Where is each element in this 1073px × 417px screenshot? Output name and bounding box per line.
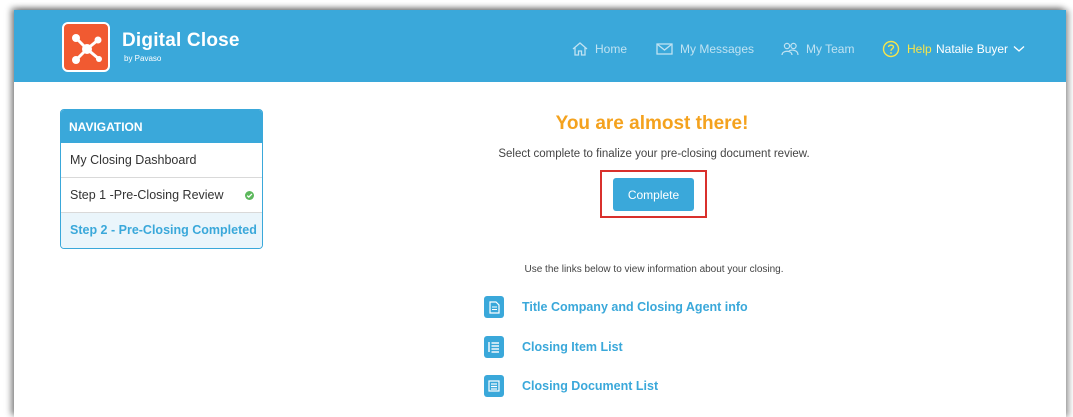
link-closing-items[interactable]: Closing Item List	[484, 335, 623, 359]
nav-messages[interactable]: My Messages	[656, 40, 754, 58]
nav-home-label: Home	[595, 42, 628, 56]
network-logo-icon	[72, 34, 102, 64]
home-icon	[572, 42, 588, 56]
list-icon	[484, 336, 504, 358]
brand-subtitle: by Pavaso	[124, 54, 162, 63]
sidebar-item-step1[interactable]: Step 1 -Pre-Closing Review	[61, 178, 262, 213]
app-window: Digital Close by Pavaso Home My Messages…	[14, 10, 1066, 417]
instruction-text: Select complete to finalize your pre-clo…	[498, 148, 810, 160]
links-info-text: Use the links below to view information …	[524, 264, 784, 275]
complete-button[interactable]: Complete	[613, 178, 694, 211]
nav-messages-label: My Messages	[680, 42, 755, 56]
nav-team[interactable]: My Team	[781, 40, 854, 58]
document-icon	[484, 296, 504, 318]
document-list-icon	[484, 375, 504, 397]
link-title-company[interactable]: Title Company and Closing Agent info	[484, 295, 748, 319]
page-title: You are almost there!	[555, 113, 749, 134]
chevron-down-icon	[1013, 46, 1025, 52]
link-closing-documents[interactable]: Closing Document List	[484, 374, 658, 398]
envelope-icon	[656, 43, 673, 55]
nav-help-label: Help	[907, 42, 932, 56]
logo-icon[interactable]	[62, 22, 110, 72]
sidebar-item-dashboard[interactable]: My Closing Dashboard	[61, 143, 262, 178]
sidebar-item-label: My Closing Dashboard	[70, 153, 197, 167]
nav-team-label: My Team	[806, 42, 855, 56]
top-header: Digital Close by Pavaso Home My Messages…	[14, 10, 1066, 82]
navigation-heading: NAVIGATION	[61, 110, 262, 143]
navigation-panel: NAVIGATION My Closing Dashboard Step 1 -…	[60, 109, 263, 249]
link-title-company-label[interactable]: Title Company and Closing Agent info	[522, 300, 748, 314]
sidebar-item-label: Step 1 -Pre-Closing Review	[70, 188, 224, 202]
sidebar-item-label: Step 2 - Pre-Closing Completed	[70, 223, 257, 237]
link-closing-items-label[interactable]: Closing Item List	[522, 340, 623, 354]
user-name: Natalie Buyer	[936, 42, 1009, 56]
check-circle-icon	[245, 191, 254, 200]
sidebar-item-step2[interactable]: Step 2 - Pre-Closing Completed	[61, 213, 262, 248]
team-icon	[781, 42, 799, 56]
brand-title: Digital Close	[122, 30, 240, 51]
help-icon	[882, 40, 900, 58]
nav-home[interactable]: Home	[572, 40, 627, 58]
nav-help[interactable]: Help	[882, 40, 932, 58]
link-closing-documents-label[interactable]: Closing Document List	[522, 379, 658, 393]
user-menu[interactable]: Natalie Buyer	[936, 40, 1025, 58]
